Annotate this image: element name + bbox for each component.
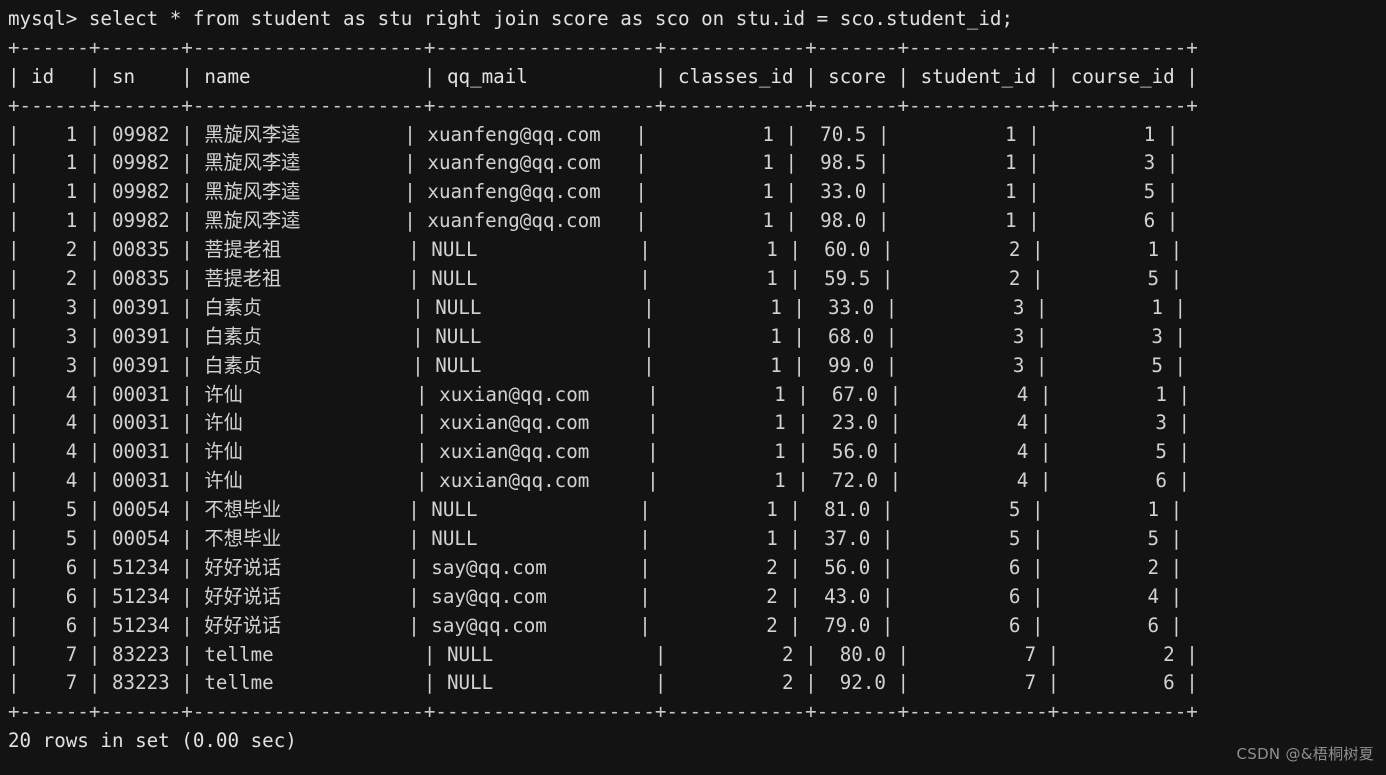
table-row: | 3 | 00391 | 白素贞 | NULL | 1 | 99.0 | 3 …	[8, 353, 1187, 377]
result-status-line: 20 rows in set (0.00 sec)	[8, 729, 297, 753]
table-row: | 5 | 00054 | 不想毕业 | NULL | 1 | 81.0 | 5…	[8, 498, 1183, 522]
table-row: | 4 | 00031 | 许仙 | xuxian@qq.com | 1 | 6…	[8, 382, 1191, 406]
table-body: | 1 | 09982 | 黑旋风李逵 | xuanfeng@qq.com | …	[8, 121, 1386, 699]
table-row: | 6 | 51234 | 好好说话 | say@qq.com | 2 | 79…	[8, 613, 1183, 637]
table-header-row: | id | sn | name | qq_mail | classes_id …	[8, 64, 1198, 88]
mysql-prompt-command-line: mysql> select * from student as stu righ…	[8, 7, 1014, 30]
table-row: | 7 | 83223 | tellme | NULL | 2 | 92.0 |…	[8, 671, 1198, 695]
csdn-watermark: CSDN @&梧桐树夏	[1236, 745, 1374, 764]
table-row: | 7 | 83223 | tellme | NULL | 2 | 80.0 |…	[8, 642, 1198, 666]
table-row: | 6 | 51234 | 好好说话 | say@qq.com | 2 | 56…	[8, 555, 1183, 579]
table-row: | 2 | 00835 | 菩提老祖 | NULL | 1 | 59.5 | 2…	[8, 267, 1183, 291]
table-row: | 3 | 00391 | 白素贞 | NULL | 1 | 68.0 | 3 …	[8, 324, 1187, 348]
table-row: | 2 | 00835 | 菩提老祖 | NULL | 1 | 60.0 | 2…	[8, 238, 1183, 262]
terminal-window[interactable]: mysql> select * from student as stu righ…	[0, 0, 1386, 775]
table-row: | 1 | 09982 | 黑旋风李逵 | xuanfeng@qq.com | …	[8, 209, 1179, 233]
table-row: | 3 | 00391 | 白素贞 | NULL | 1 | 33.0 | 3 …	[8, 295, 1187, 319]
table-row: | 4 | 00031 | 许仙 | xuxian@qq.com | 1 | 2…	[8, 411, 1191, 435]
table-row: | 1 | 09982 | 黑旋风李逵 | xuanfeng@qq.com | …	[8, 151, 1179, 175]
table-header-separator: +------+-------+--------------------+---…	[8, 93, 1198, 117]
table-row: | 6 | 51234 | 好好说话 | say@qq.com | 2 | 43…	[8, 584, 1183, 608]
table-row: | 1 | 09982 | 黑旋风李逵 | xuanfeng@qq.com | …	[8, 122, 1179, 146]
table-row: | 4 | 00031 | 许仙 | xuxian@qq.com | 1 | 5…	[8, 440, 1191, 464]
table-bottom-border: +------+-------+--------------------+---…	[8, 700, 1198, 724]
table-row: | 5 | 00054 | 不想毕业 | NULL | 1 | 37.0 | 5…	[8, 527, 1183, 551]
table-top-border: +------+-------+--------------------+---…	[8, 35, 1198, 59]
table-row: | 1 | 09982 | 黑旋风李逵 | xuanfeng@qq.com | …	[8, 180, 1179, 204]
table-row: | 4 | 00031 | 许仙 | xuxian@qq.com | 1 | 7…	[8, 469, 1191, 493]
